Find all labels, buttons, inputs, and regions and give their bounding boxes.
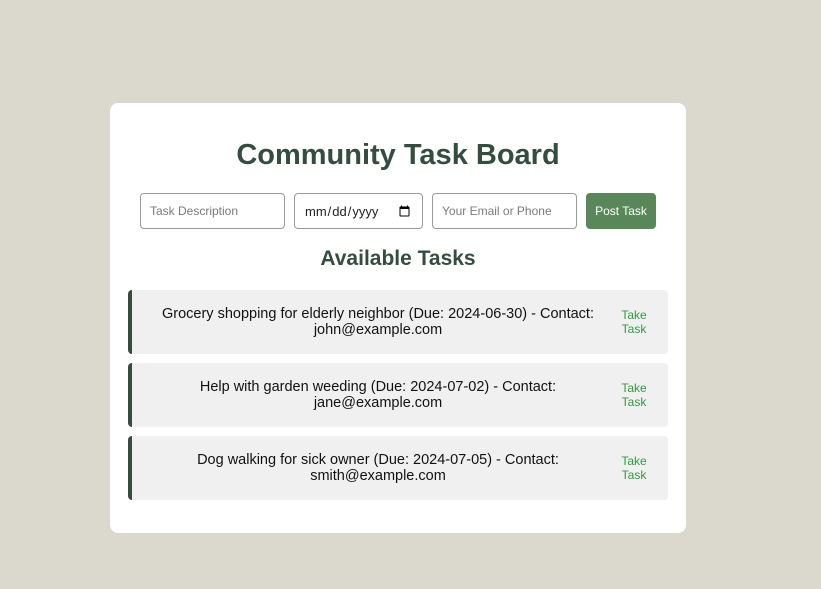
available-tasks-heading: Available Tasks bbox=[320, 247, 476, 270]
post-task-form: Post Task bbox=[140, 193, 656, 229]
task-item: Grocery shopping for elderly neighbor (D… bbox=[128, 290, 668, 354]
task-text: Dog walking for sick owner (Due: 2024-07… bbox=[197, 452, 559, 484]
take-task-button[interactable]: Take Task bbox=[614, 308, 654, 336]
contact-input[interactable] bbox=[432, 193, 577, 229]
task-text: Help with garden weeding (Due: 2024-07-0… bbox=[199, 379, 557, 411]
due-date-input[interactable] bbox=[294, 193, 423, 229]
task-description-input[interactable] bbox=[140, 193, 285, 229]
task-text: Grocery shopping for elderly neighbor (D… bbox=[161, 306, 594, 338]
task-board-card: Community Task Board Post Task Available… bbox=[110, 103, 686, 533]
take-task-button[interactable]: Take Task bbox=[614, 454, 654, 482]
take-task-button[interactable]: Take Task bbox=[614, 381, 654, 409]
post-task-button[interactable]: Post Task bbox=[586, 193, 656, 229]
task-item: Help with garden weeding (Due: 2024-07-0… bbox=[128, 363, 668, 427]
page-title: Community Task Board bbox=[236, 139, 560, 171]
task-item: Dog walking for sick owner (Due: 2024-07… bbox=[128, 436, 668, 500]
task-list: Grocery shopping for elderly neighbor (D… bbox=[128, 290, 668, 509]
